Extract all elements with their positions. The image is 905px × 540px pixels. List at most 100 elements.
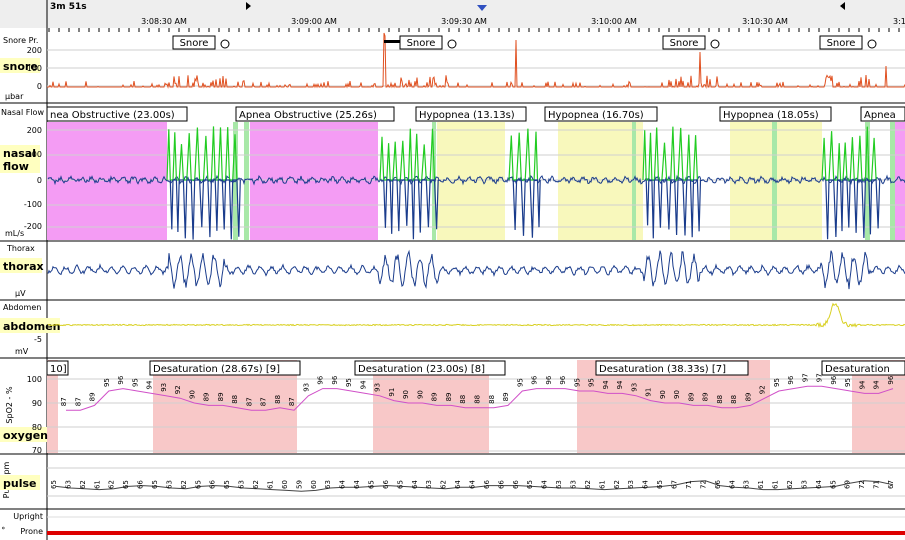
spo2-value: 95 (103, 378, 111, 387)
pulse-value: 61 (598, 480, 606, 489)
pulse-value: 63 (165, 480, 173, 489)
snore-face-icon (220, 39, 230, 49)
abdomen-channel-name: abdomen (3, 320, 60, 333)
spo2-value: 93 (302, 383, 310, 392)
spo2-value: 90 (188, 390, 196, 399)
respiratory-event-label: nea Obstructive (23.00s) (50, 110, 175, 121)
pulse-value: 62 (440, 480, 448, 489)
spo2-value: 89 (702, 392, 710, 401)
snore-event[interactable]: Snore (172, 35, 230, 50)
pulse-value: 63 (627, 480, 635, 489)
flow-short-label: Nasal Flow (1, 108, 44, 117)
pulse-value: 65 (396, 480, 404, 489)
snore-event-label: Snore (670, 38, 699, 49)
time-label: 3:10:00 AM (591, 17, 637, 26)
thorax-channel: Thorax thorax µV (0, 244, 905, 298)
flow-inspiration (642, 126, 698, 181)
thorax-unit: µV (15, 289, 26, 298)
snore-tick-0: 0 (37, 82, 42, 91)
snore-event-bracket (384, 40, 400, 43)
spo2-value: 90 (659, 390, 667, 399)
respiratory-event[interactable]: Hypopnea (16.70s) (544, 106, 658, 122)
pulse-channel-name: pulse (3, 477, 36, 490)
pulse-value: 72 (858, 480, 866, 489)
pulse-value: 62 (786, 480, 794, 489)
desaturation-event[interactable]: 10] (46, 360, 69, 376)
snore-event[interactable]: Snore (399, 35, 457, 50)
spo2-value: 88 (474, 395, 482, 404)
nasal-flow-channel: Nasal Flow nasal flow mL/s 200 100 0 -10… (0, 106, 905, 240)
snore-channel: Snore Pr. snore µbar 200 100 0 Snore Snor… (0, 32, 905, 101)
spo2-value: 91 (645, 388, 653, 397)
flow-inspiration (508, 128, 539, 181)
pulse-value: 63 (555, 480, 563, 489)
pulse-value: 62 (252, 480, 260, 489)
desaturation-event[interactable]: Desaturation (821, 360, 905, 376)
spo2-value: 95 (844, 378, 852, 387)
snore-tick-100: 100 (27, 64, 42, 73)
pulse-value: 61 (772, 480, 780, 489)
snore-face-icon (710, 39, 720, 49)
spo2-value: 94 (146, 380, 154, 389)
respiratory-event[interactable]: Hypopnea (13.13s) (415, 106, 527, 122)
oxygen-short-label: SpO2 - % (5, 386, 14, 424)
spo2-value: 96 (117, 375, 125, 384)
spo2-value: 87 (60, 397, 68, 406)
spo2-value: 88 (730, 395, 738, 404)
spo2-value: 96 (317, 375, 325, 384)
time-label: 3:09:30 AM (441, 17, 487, 26)
time-label: 3:1 (893, 17, 905, 26)
pulse-value: 61 (757, 480, 765, 489)
respiratory-event-label: Hypopnea (13.13s) (419, 110, 515, 121)
respiratory-event-band (250, 122, 378, 240)
desaturation-event[interactable]: Desaturation (38.33s) [7] (595, 360, 749, 376)
respiratory-event[interactable]: Apnea (860, 106, 905, 122)
pulse-value: 63 (800, 480, 808, 489)
pulse-value: 66 (714, 480, 722, 489)
psg-viewer: 3m 51s 3:08:30 AM 3:09:00 AM 3:09:30 AM 3:1… (0, 0, 905, 540)
pulse-value: 67 (887, 480, 895, 489)
spo2-value: 93 (160, 383, 168, 392)
respiratory-event-label: Apnea Obstructive (25.26s) (239, 110, 377, 121)
desaturation-event-label: Desaturation (28.67s) [9] (153, 364, 280, 375)
respiratory-event[interactable]: nea Obstructive (23.00s) (46, 106, 188, 122)
spo2-value: 96 (331, 375, 339, 384)
snore-event[interactable]: Snore (662, 35, 720, 50)
pulse-value: 63 (570, 480, 578, 489)
spo2-value: 87 (245, 397, 253, 406)
spo2-value: 95 (573, 378, 581, 387)
pulse-value: 65 (223, 480, 231, 489)
abdomen-short-label: Abdomen (3, 303, 41, 312)
spo2-value: 92 (759, 385, 767, 394)
respiratory-event[interactable]: Apnea Obstructive (25.26s) (235, 106, 395, 122)
pulse-value: 60 (281, 480, 289, 489)
spo2-value: 93 (630, 383, 638, 392)
abdomen-tick-neg5: -5 (34, 335, 42, 344)
pulse-value: 63 (64, 480, 72, 489)
flow-expiration (645, 179, 702, 239)
abdomen-unit: mV (15, 347, 29, 356)
flow-inspiration (166, 126, 238, 181)
spo2-value: 93 (374, 383, 382, 392)
desaturation-event[interactable]: Desaturation (28.67s) [9] (149, 360, 301, 376)
pulse-value: 66 (137, 480, 145, 489)
desaturation-event-label: Desaturation (825, 364, 890, 375)
spo2-value: 97 (801, 373, 809, 382)
pulse-value: 66 (497, 480, 505, 489)
oxygen-channel: SpO2 - % oxygen 100 90 80 70 87 878995 96 9… (0, 360, 905, 455)
pulse-value: 61 (93, 480, 101, 489)
pulse-value: 59 (295, 480, 303, 489)
respiratory-event[interactable]: Hypopnea (18.05s) (719, 106, 832, 122)
pulse-value: 66 (512, 480, 520, 489)
desaturation-event[interactable]: Desaturation (23.00s) [8] (354, 360, 506, 376)
pulse-value: 64 (642, 480, 650, 489)
snore-event-label: Snore (407, 38, 436, 49)
spo2-tick-90: 90 (32, 399, 42, 408)
spo2-value: 87 (74, 397, 82, 406)
spo2-value: 96 (787, 375, 795, 384)
spo2-value: 91 (388, 388, 396, 397)
flow-channel-name-2: flow (3, 160, 29, 173)
snore-event[interactable]: Snore (819, 35, 877, 50)
pulse-value: 66 (382, 480, 390, 489)
spo2-value: 89 (445, 392, 453, 401)
